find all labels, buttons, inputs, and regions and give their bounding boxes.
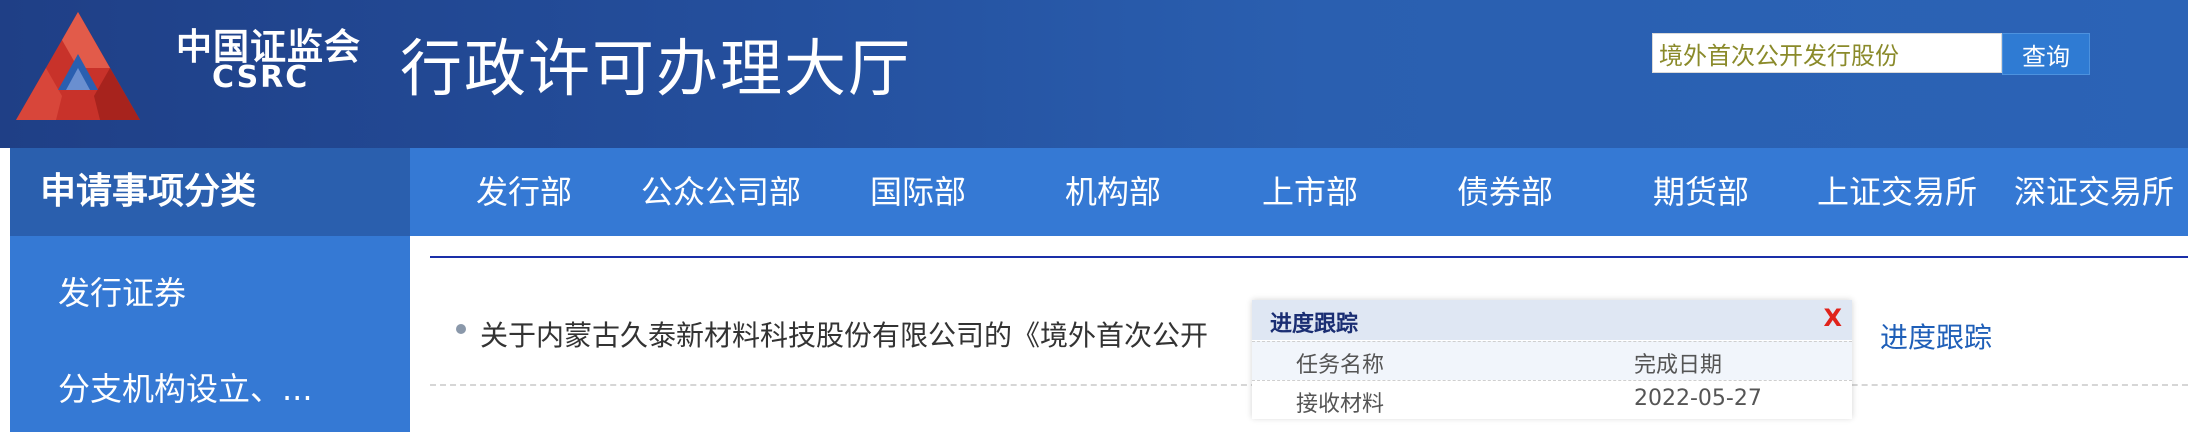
popup-header: 进度跟踪 X [1252, 300, 1852, 340]
site-title: 行政许可办理大厅 [400, 32, 913, 105]
sidebar-item-issue-securities[interactable]: 发行证券 [10, 248, 410, 338]
nav-item-futures-dept[interactable]: 期货部 [1653, 148, 1749, 236]
nav-item-bond-dept[interactable]: 债券部 [1457, 148, 1553, 236]
search-button[interactable]: 查询 [2002, 33, 2090, 75]
popup-close-button[interactable]: X [1823, 304, 1842, 332]
sidebar-title: 申请事项分类 [10, 148, 410, 236]
table-row: 接收材料 2022-05-27 [1252, 380, 1852, 419]
header-banner: 中国证监会 CSRC 行政许可办理大厅 查询 [0, 0, 2188, 148]
logo-text-en: CSRC [212, 60, 310, 95]
page: 中国证监会 CSRC 行政许可办理大厅 查询 申请事项分类 发行证券 分支机构设… [0, 0, 2188, 432]
department-nav: 发行部 公众公司部 国际部 机构部 上市部 债券部 期货部 上证交易所 深证交易… [410, 148, 2188, 236]
sidebar: 申请事项分类 发行证券 分支机构设立、... [10, 148, 410, 432]
nav-item-shanghai-exchange[interactable]: 上证交易所 [1817, 148, 1977, 236]
nav-item-international-dept[interactable]: 国际部 [870, 148, 966, 236]
search-input[interactable] [1652, 33, 2002, 73]
sidebar-item-branch-setup[interactable]: 分支机构设立、... [10, 344, 410, 432]
popup-title: 进度跟踪 [1270, 312, 1359, 337]
column-header-task: 任务名称 [1296, 353, 1385, 378]
nav-item-institution-dept[interactable]: 机构部 [1065, 148, 1161, 236]
task-name-cell: 接收材料 [1296, 392, 1385, 417]
nav-item-shenzhen-exchange[interactable]: 深证交易所 [2014, 148, 2174, 236]
nav-item-public-company-dept[interactable]: 公众公司部 [641, 148, 801, 236]
application-item-title[interactable]: 关于内蒙古久泰新材料科技股份有限公司的《境外首次公开 [480, 314, 1260, 354]
column-header-date: 完成日期 [1634, 353, 1723, 378]
list-bullet-icon [456, 324, 466, 334]
nav-item-listing-dept[interactable]: 上市部 [1262, 148, 1358, 236]
popup-table-header: 任务名称 完成日期 [1252, 341, 1852, 380]
progress-tracking-link[interactable]: 进度跟踪 [1880, 316, 1992, 356]
csrc-logo-icon [16, 12, 140, 120]
task-date-cell: 2022-05-27 [1634, 386, 1762, 411]
nav-item-issuance-dept[interactable]: 发行部 [476, 148, 572, 236]
progress-popup: 进度跟踪 X 任务名称 完成日期 接收材料 2022-05-27 [1252, 300, 1852, 419]
